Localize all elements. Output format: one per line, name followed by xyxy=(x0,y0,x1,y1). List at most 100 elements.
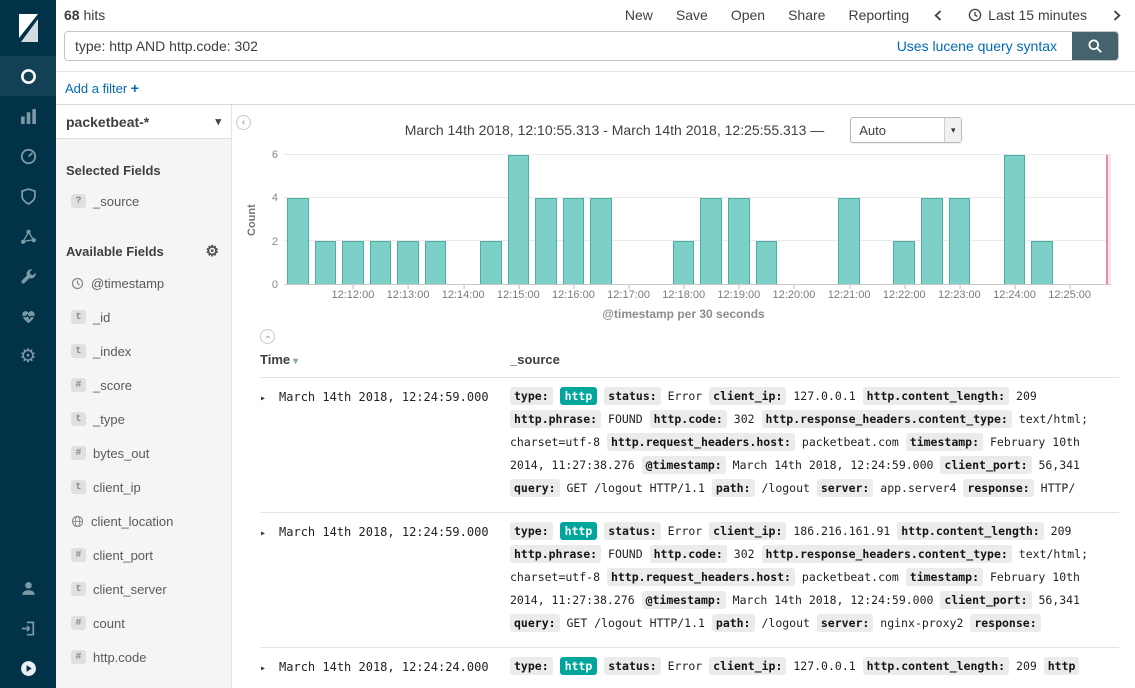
histogram-bar-slot[interactable] xyxy=(367,155,395,284)
nav-item-visualize[interactable] xyxy=(0,96,56,136)
expand-row-icon[interactable]: ▸ xyxy=(260,663,266,674)
histogram-bar[interactable] xyxy=(673,241,695,284)
expand-row-icon[interactable]: ▸ xyxy=(260,393,266,404)
histogram-bar-slot[interactable] xyxy=(560,155,588,284)
histogram-bar[interactable] xyxy=(535,198,557,284)
menu-share[interactable]: Share xyxy=(788,7,825,23)
histogram-bar-slot[interactable] xyxy=(505,155,533,284)
collapse-fields-button[interactable]: ‹ xyxy=(236,115,251,130)
histogram-bar-slot[interactable] xyxy=(697,155,725,284)
histogram-bar[interactable] xyxy=(590,198,612,284)
histogram-bar-slot[interactable] xyxy=(449,155,477,284)
histogram-bar-slot[interactable] xyxy=(422,155,450,284)
time-step-back-button[interactable] xyxy=(932,9,945,22)
histogram-bar-slot[interactable] xyxy=(642,155,670,284)
histogram-bar[interactable] xyxy=(1004,155,1026,284)
histogram-bar-slot[interactable] xyxy=(780,155,808,284)
field-item[interactable]: tclient_server xyxy=(56,572,231,606)
histogram-bar[interactable] xyxy=(728,198,750,284)
histogram-bar-slot[interactable] xyxy=(890,155,918,284)
query-bar: Uses lucene query syntax xyxy=(56,30,1135,72)
histogram-bar[interactable] xyxy=(563,198,585,284)
nav-item-user-profile[interactable] xyxy=(0,568,56,608)
histogram-plot[interactable] xyxy=(284,155,1111,285)
time-step-forward-button[interactable] xyxy=(1110,9,1123,22)
nav-item-dashboard[interactable] xyxy=(0,136,56,176)
interval-select[interactable]: Auto ▾ xyxy=(850,117,962,143)
histogram-bar[interactable] xyxy=(315,241,337,284)
kibana-logo[interactable] xyxy=(0,0,56,56)
field-item[interactable]: t_id xyxy=(56,300,231,334)
histogram-bar-slot[interactable] xyxy=(973,155,1001,284)
histogram-bar[interactable] xyxy=(287,198,309,284)
management-icon: ⚙ xyxy=(19,347,36,366)
expand-row-icon[interactable]: ▸ xyxy=(260,528,266,539)
nav-item-machine-learning[interactable] xyxy=(0,216,56,256)
histogram-bar[interactable] xyxy=(342,241,364,284)
histogram-bar-slot[interactable] xyxy=(835,155,863,284)
histogram-bar[interactable] xyxy=(480,241,502,284)
field-item[interactable]: #count xyxy=(56,606,231,640)
search-input[interactable] xyxy=(65,32,882,60)
field-item[interactable]: client_location xyxy=(56,504,231,538)
histogram-bar-slot[interactable] xyxy=(946,155,974,284)
menu-save[interactable]: Save xyxy=(676,7,708,23)
field-item[interactable]: tclient_ip xyxy=(56,470,231,504)
histogram-bar[interactable] xyxy=(397,241,419,284)
histogram-bar[interactable] xyxy=(838,198,860,284)
doc-source-cell: type: http status: Error client_ip: 186.… xyxy=(510,513,1119,648)
add-filter-button[interactable]: Add a filter + xyxy=(65,80,139,96)
field-settings-gear-icon[interactable]: ⚙ xyxy=(206,242,219,260)
search-button[interactable] xyxy=(1072,32,1118,60)
field-item[interactable]: #_score xyxy=(56,368,231,402)
histogram-bar-slot[interactable] xyxy=(1056,155,1084,284)
histogram-bar-slot[interactable] xyxy=(587,155,615,284)
histogram-bar-slot[interactable] xyxy=(670,155,698,284)
histogram-bar[interactable] xyxy=(700,198,722,284)
histogram-bar[interactable] xyxy=(949,198,971,284)
field-item[interactable]: ?_source xyxy=(56,184,231,218)
histogram-bar-slot[interactable] xyxy=(339,155,367,284)
lucene-syntax-link[interactable]: Uses lucene query syntax xyxy=(882,32,1072,60)
histogram-bar-slot[interactable] xyxy=(1028,155,1056,284)
menu-open[interactable]: Open xyxy=(731,7,765,23)
nav-item-timelion[interactable] xyxy=(0,176,56,216)
field-item[interactable]: #client_port xyxy=(56,538,231,572)
field-item[interactable]: @timestamp xyxy=(56,266,231,300)
nav-item-collapse-nav[interactable] xyxy=(0,648,56,688)
histogram-bar[interactable] xyxy=(893,241,915,284)
histogram-bar-slot[interactable] xyxy=(808,155,836,284)
histogram-bar[interactable] xyxy=(1031,241,1053,284)
histogram-bar-slot[interactable] xyxy=(284,155,312,284)
histogram-bar[interactable] xyxy=(425,241,447,284)
field-item[interactable]: t_type xyxy=(56,402,231,436)
histogram-bar-slot[interactable] xyxy=(615,155,643,284)
field-item[interactable]: #bytes_out xyxy=(56,436,231,470)
histogram-bar-slot[interactable] xyxy=(477,155,505,284)
histogram-bar-slot[interactable] xyxy=(394,155,422,284)
nav-item-discover[interactable] xyxy=(0,56,56,96)
field-item[interactable]: #http.code xyxy=(56,640,231,674)
histogram-bar[interactable] xyxy=(756,241,778,284)
nav-item-dev-tools[interactable] xyxy=(0,256,56,296)
nav-item-management[interactable]: ⚙ xyxy=(0,336,56,376)
index-pattern-selector[interactable]: packetbeat-* ▾ xyxy=(56,105,231,139)
histogram-bar-slot[interactable] xyxy=(863,155,891,284)
histogram-bar-slot[interactable] xyxy=(753,155,781,284)
time-column-header[interactable]: Time▾ xyxy=(260,344,510,378)
histogram-bar-slot[interactable] xyxy=(532,155,560,284)
menu-reporting[interactable]: Reporting xyxy=(848,7,909,23)
time-picker[interactable]: Last 15 minutes xyxy=(968,7,1087,23)
histogram-bar-slot[interactable] xyxy=(725,155,753,284)
histogram-bar-slot[interactable] xyxy=(918,155,946,284)
histogram-bar[interactable] xyxy=(921,198,943,284)
histogram-bar-slot[interactable] xyxy=(1001,155,1029,284)
field-item[interactable]: t_index xyxy=(56,334,231,368)
histogram-bar[interactable] xyxy=(508,155,530,284)
collapse-chart-button[interactable]: ‹ xyxy=(260,329,275,344)
menu-new[interactable]: New xyxy=(625,7,653,23)
histogram-bar-slot[interactable] xyxy=(312,155,340,284)
histogram-bar[interactable] xyxy=(370,241,392,284)
nav-item-logout[interactable] xyxy=(0,608,56,648)
nav-item-monitoring[interactable] xyxy=(0,296,56,336)
